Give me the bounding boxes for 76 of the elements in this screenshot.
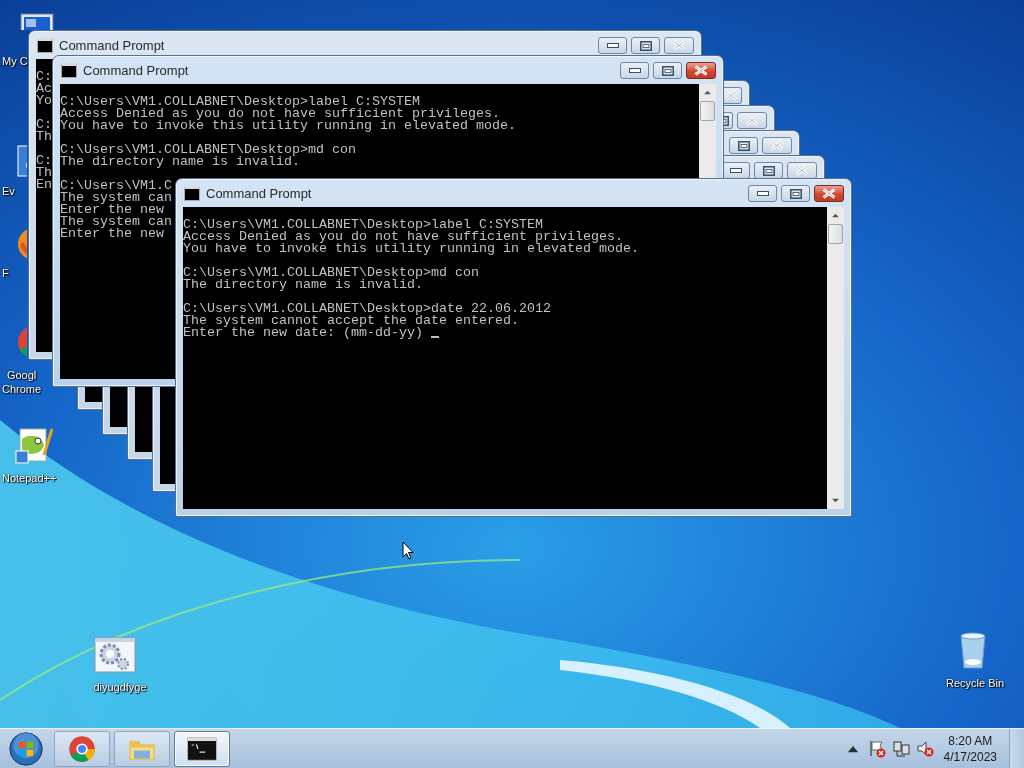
icon-label[interactable]: My C xyxy=(2,54,28,68)
minimize-button[interactable] xyxy=(620,62,649,79)
window-title: Command Prompt xyxy=(206,185,312,201)
console-text: You have to invoke this utility running in elevated mode. xyxy=(183,243,639,255)
maximize-button[interactable] xyxy=(631,37,660,54)
speaker-muted-icon[interactable] xyxy=(915,739,934,758)
taskbar-button[interactable] xyxy=(174,730,230,767)
console-text: Th xyxy=(36,131,52,143)
minimize-button[interactable] xyxy=(598,37,627,54)
maximize-icon xyxy=(639,40,652,51)
maximize-icon xyxy=(789,188,802,199)
console-text: Access Denied as you do not have sufficient privileges. xyxy=(60,108,500,120)
icon-label[interactable]: Ev xyxy=(2,184,15,198)
console-text: The directory name is invalid. xyxy=(183,279,423,291)
maximize-button[interactable] xyxy=(729,137,758,154)
console-text: C:\Users\VM1.COLLABNET\Desktop>md con xyxy=(183,267,479,279)
close-button[interactable] xyxy=(686,62,716,79)
maximize-icon xyxy=(724,115,729,126)
cursor-icon xyxy=(402,541,414,560)
console-text: C: xyxy=(36,155,52,167)
console-text: Enter the new date: (mm-dd-yy) xyxy=(183,327,423,339)
console-text: C: xyxy=(36,71,52,83)
scrollbar[interactable] xyxy=(699,84,716,180)
maximize-icon xyxy=(762,165,775,176)
console-text: The system cannot accept the date entered. xyxy=(183,315,519,327)
maximize-icon xyxy=(737,140,750,151)
maximize-button[interactable] xyxy=(724,112,733,129)
console-text: Enter the new xyxy=(60,228,164,240)
close-icon xyxy=(694,65,708,76)
console-text: Ac xyxy=(36,83,52,95)
console-text: The directory name is invalid. xyxy=(60,156,300,168)
console-text: C: xyxy=(36,119,52,131)
console-text: C:\Users\VM1.COLLABNET\Desktop>label C:SYSTEM xyxy=(183,219,543,231)
console-text: The system can xyxy=(60,216,172,228)
console-text: You have to invoke this utility running in elevated mode. xyxy=(60,120,516,132)
close-icon xyxy=(795,165,809,176)
close-icon xyxy=(822,188,836,199)
console-text: Th xyxy=(36,167,52,179)
close-icon xyxy=(724,90,738,101)
close-icon xyxy=(745,115,759,126)
scroll-thumb[interactable] xyxy=(828,224,843,244)
clock[interactable]: 8:20 AM 4/17/2023 xyxy=(943,732,997,765)
window-title: Command Prompt xyxy=(83,62,189,78)
console-icon xyxy=(184,185,200,201)
console-text: Access Denied as you do not have sufficient privileges. xyxy=(183,231,623,243)
maximize-icon xyxy=(661,65,674,76)
console-icon xyxy=(61,62,77,78)
maximize-button[interactable] xyxy=(781,185,810,202)
computer-icon[interactable] xyxy=(17,10,57,30)
close-icon xyxy=(672,40,686,51)
console-text: C:\Users\VM1.COLLABNET\Desktop>md con xyxy=(60,144,356,156)
console-text: C:\Users\VM1.C xyxy=(60,180,172,192)
minimize-button[interactable] xyxy=(748,185,777,202)
console-text: Enter the new xyxy=(60,204,164,216)
console-text: The system can xyxy=(60,192,172,204)
close-button[interactable] xyxy=(814,185,844,202)
network-icon[interactable] xyxy=(891,739,910,758)
flag-icon[interactable] xyxy=(867,739,886,758)
scroll-thumb[interactable] xyxy=(700,101,715,121)
scrollbar[interactable] xyxy=(827,207,844,303)
window-title: Command Prompt xyxy=(59,37,165,53)
maximize-button[interactable] xyxy=(653,62,682,79)
console-text: Yo xyxy=(36,95,52,107)
minimize-icon xyxy=(628,68,641,73)
console-text: C:\Users\VM1.COLLABNET\Desktop>date 22.06.2012 xyxy=(183,303,551,315)
minimize-icon xyxy=(756,191,769,196)
close-icon xyxy=(770,140,784,151)
console-icon xyxy=(37,37,53,53)
icon-label[interactable]: Recycle Bin xyxy=(935,676,1015,690)
console-text: En xyxy=(36,179,52,191)
console-text: C:\Users\VM1.COLLABNET\Desktop>label C:SYSTEM xyxy=(60,96,420,108)
minimize-icon xyxy=(729,168,742,173)
minimize-icon xyxy=(606,43,619,48)
icon-label[interactable]: Googl Chrome xyxy=(2,368,42,396)
gear-file-icon[interactable] xyxy=(93,634,137,674)
icon-label[interactable]: F xyxy=(2,266,9,280)
